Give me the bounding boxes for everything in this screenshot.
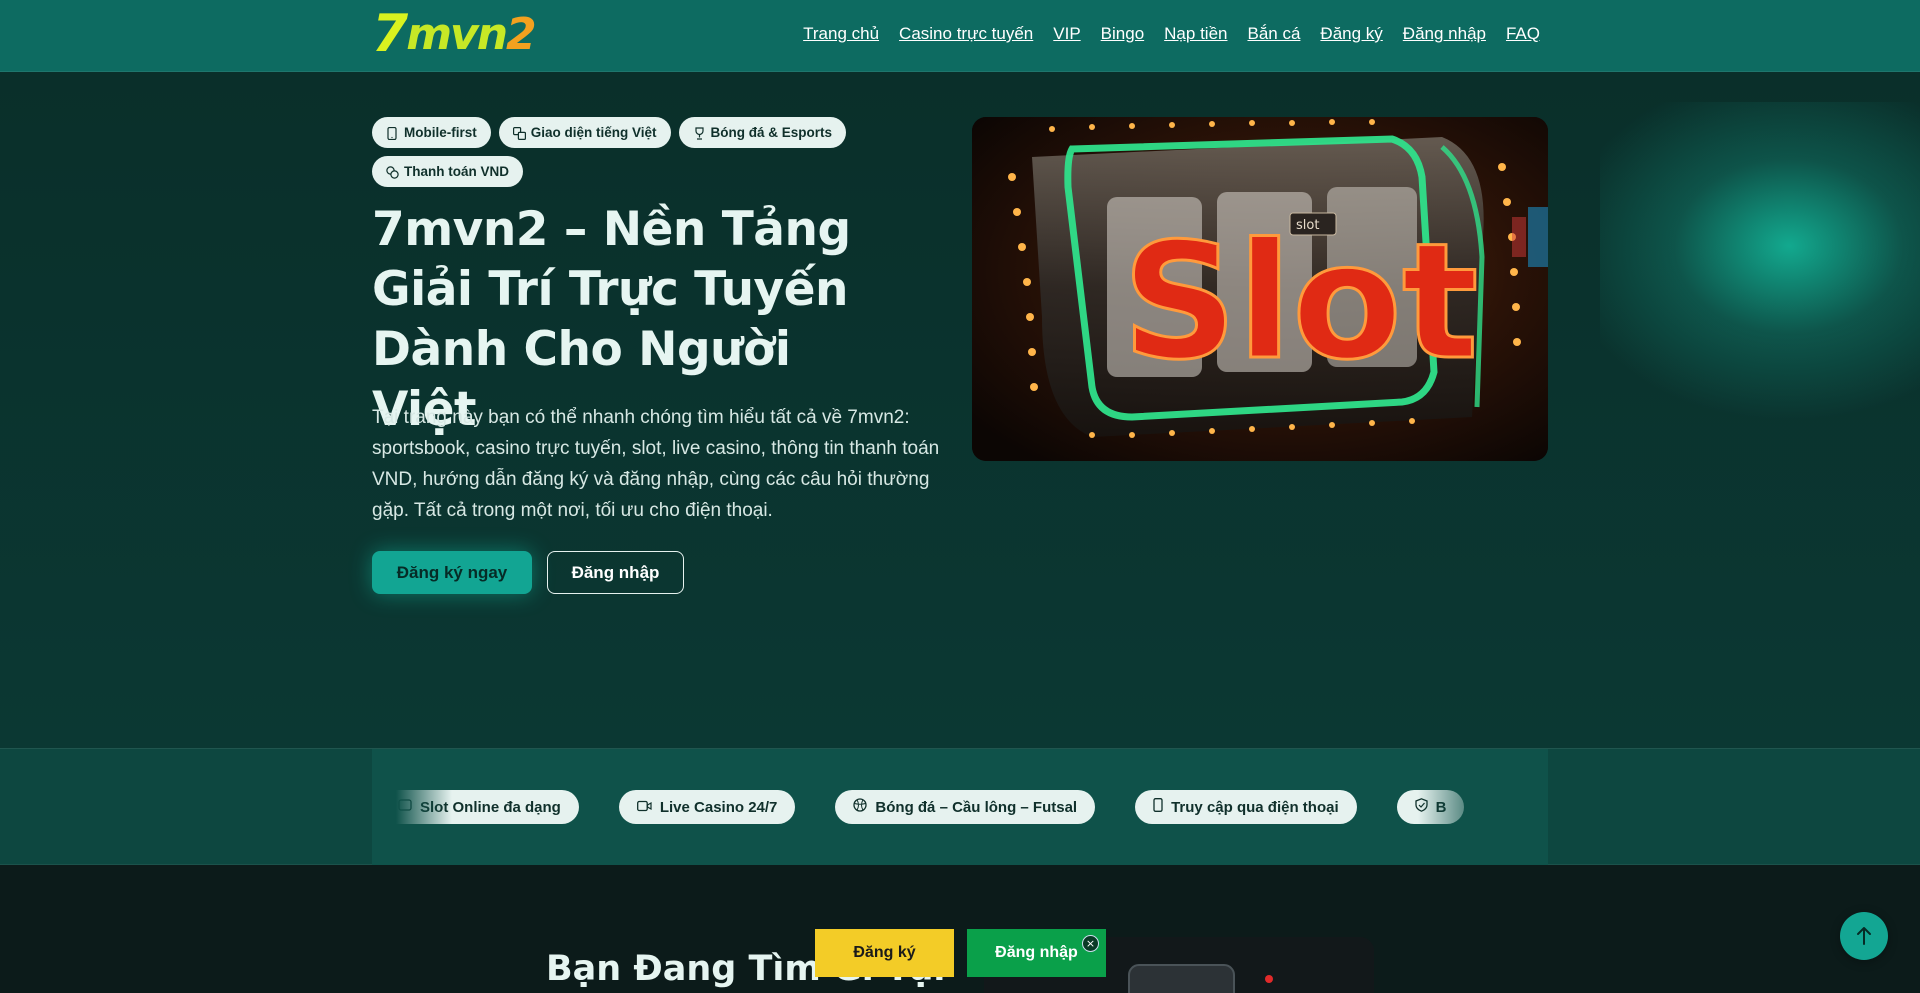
nav-faq[interactable]: FAQ (1506, 24, 1540, 44)
nav-deposit[interactable]: Nạp tiền (1164, 24, 1227, 44)
tag-label: Thanh toán VND (404, 164, 509, 179)
tag-vietnamese-ui: Giao diện tiếng Việt (498, 117, 671, 148)
nav-home[interactable]: Trang chủ (803, 24, 879, 44)
trophy-icon (693, 126, 705, 140)
main-nav: Trang chủ Casino trực tuyến VIP Bingo Nạ… (803, 24, 1540, 44)
hero-section: Mobile-first Giao diện tiếng Việt Bóng đ… (0, 72, 1920, 748)
arrow-up-icon (1857, 927, 1871, 945)
nav-casino[interactable]: Casino trực tuyến (899, 24, 1033, 44)
feature-mobile-access: Truy cập qua điện thoại (1135, 790, 1357, 824)
back-to-top-button[interactable] (1840, 912, 1888, 960)
feature-chips: Slot Online đa dạng Live Casino 24/7 Bón… (380, 790, 1465, 824)
feature-sports: Bóng đá – Cầu lông – Futsal (835, 790, 1096, 824)
floating-register-button[interactable]: Đăng ký (815, 929, 954, 977)
logo-two: 2 (506, 8, 537, 60)
nav-bingo[interactable]: Bingo (1101, 24, 1144, 44)
feature-live-casino: Live Casino 24/7 (618, 790, 796, 824)
hero-description: Tại trang này bạn có thể nhanh chóng tìm… (372, 407, 940, 521)
marquee-fade-left (372, 749, 452, 866)
tag-label: Giao diện tiếng Việt (530, 125, 657, 140)
logo-mvn: mvn (406, 8, 508, 60)
tag-label: Mobile-first (404, 125, 477, 140)
site-logo[interactable]: 7 mvn 2 (372, 4, 537, 64)
tag-label: Bóng đá & Esports (710, 125, 833, 140)
features-marquee: Slot Online đa dạng Live Casino 24/7 Bón… (372, 749, 1548, 866)
search-section: Bạn Đang Tìm Gì Tại (0, 865, 1920, 993)
hero-tags: Mobile-first Giao diện tiếng Việt Bóng đ… (372, 117, 912, 187)
ball-icon (853, 798, 868, 816)
tag-mobile-first: Mobile-first (372, 117, 491, 148)
feature-label: Live Casino 24/7 (659, 798, 778, 816)
phone-icon (1153, 798, 1163, 816)
tag-football-esports: Bóng đá & Esports (678, 117, 847, 148)
translate-icon (512, 126, 526, 140)
register-now-button[interactable]: Đăng ký ngay (372, 551, 532, 594)
nav-register[interactable]: Đăng ký (1320, 24, 1382, 44)
slot-small-sign: slot (1296, 218, 1319, 233)
login-button[interactable]: Đăng nhập (547, 551, 684, 594)
slot-machine-image: Slot slot (972, 117, 1548, 461)
tag-vnd-payment: Thanh toán VND (372, 156, 523, 187)
logo-seven: 7 (372, 4, 408, 64)
feature-label: Bóng đá – Cầu lông – Futsal (875, 798, 1078, 816)
slot-illustration: Slot slot (972, 117, 1548, 461)
marquee-fade-right (1418, 749, 1548, 866)
coins-icon (386, 165, 399, 179)
video-icon (636, 799, 652, 816)
slot-neon-sign: Slot (1122, 208, 1478, 395)
site-header: 7 mvn 2 Trang chủ Casino trực tuyến VIP Bi… (0, 0, 1920, 72)
features-strip: Slot Online đa dạng Live Casino 24/7 Bón… (0, 748, 1920, 866)
phone-icon (386, 126, 398, 140)
nav-fishing[interactable]: Bắn cá (1247, 24, 1300, 44)
background-glow (1600, 102, 1920, 422)
feature-label: Truy cập qua điện thoại (1171, 798, 1339, 816)
nav-login[interactable]: Đăng nhập (1403, 24, 1486, 44)
close-icon[interactable]: × (1082, 935, 1099, 952)
nav-vip[interactable]: VIP (1053, 24, 1080, 44)
